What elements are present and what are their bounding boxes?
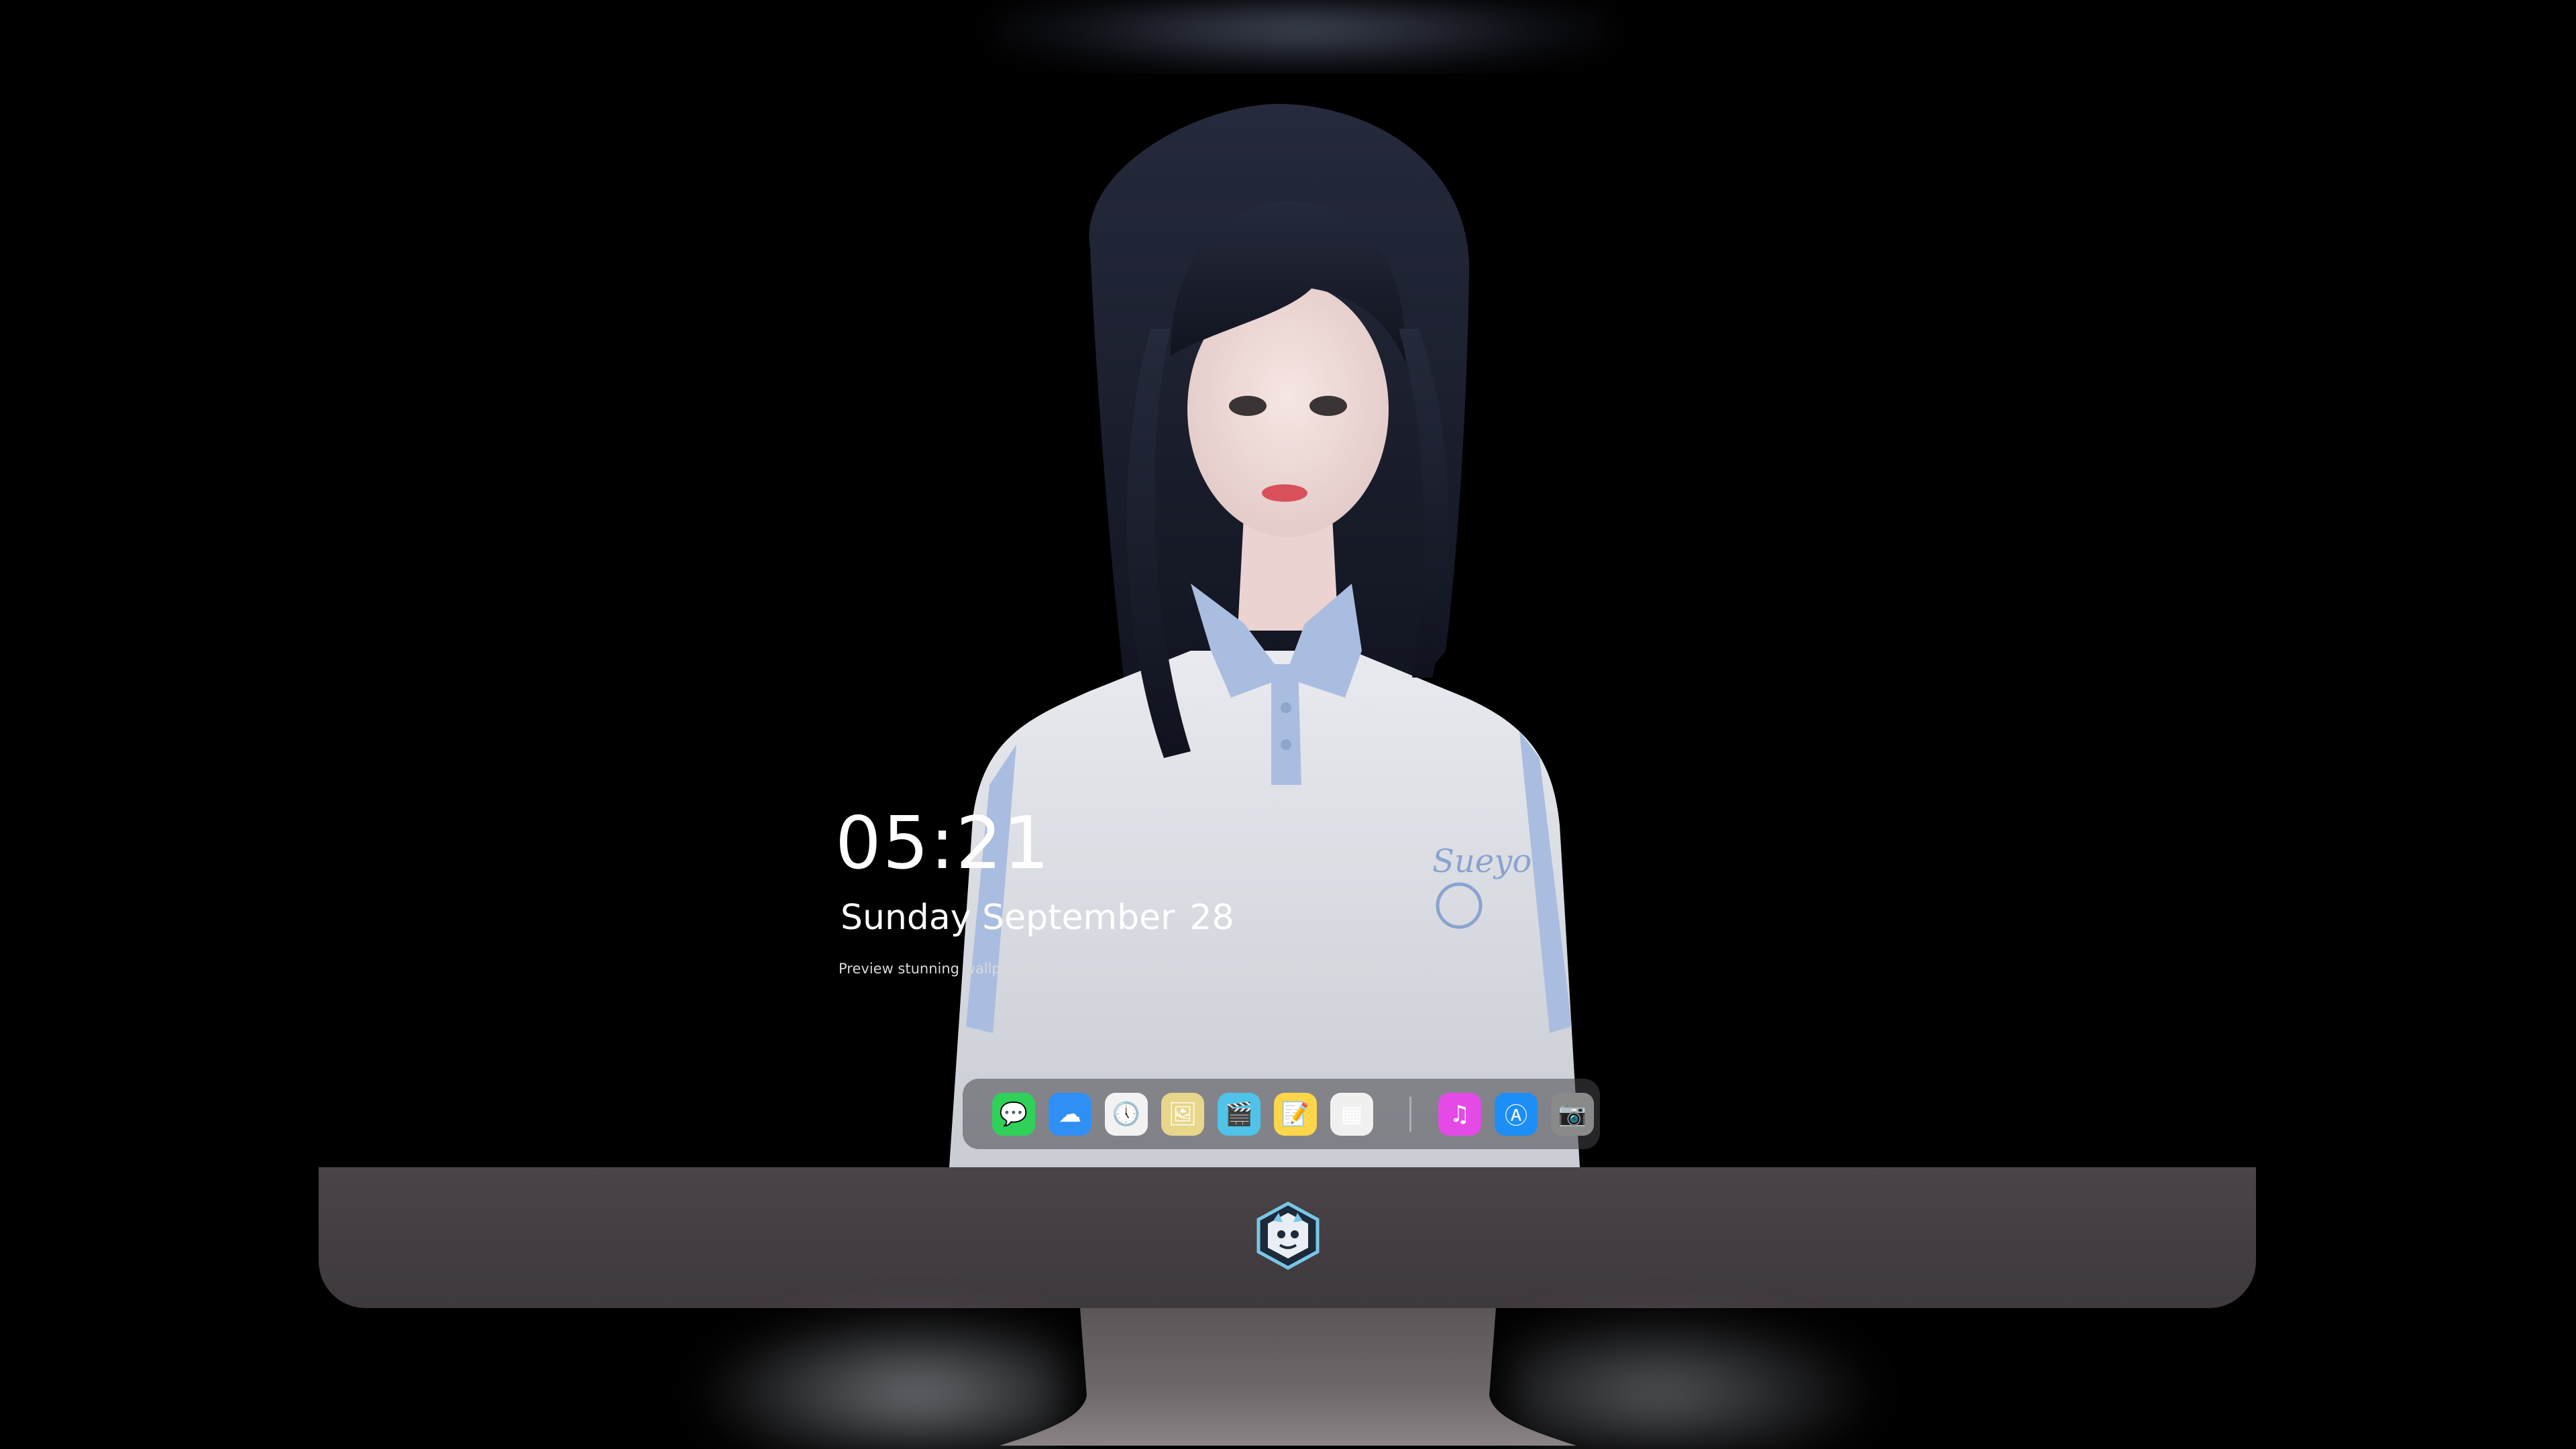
dock-separator (1409, 1096, 1411, 1132)
app-store-icon[interactable]: Ⓐ (1495, 1092, 1538, 1136)
wallpaper-figure: Sueyo (949, 103, 1580, 1167)
camera-icon[interactable]: 📷 (1551, 1092, 1594, 1136)
monitor-screen: Sueyo 05:21 Sunday September 28 Preview s… (319, 74, 2256, 1167)
wallpaper-caption: Preview stunning wallpapers. Elevate you… (839, 961, 1382, 977)
shirt-logo-text: Sueyo (1432, 843, 1532, 880)
photos-icon[interactable]: ▦ (1330, 1092, 1373, 1136)
clapper-icon[interactable]: 🎬 (1218, 1092, 1260, 1136)
day-number: 28 (1189, 898, 1234, 938)
clock-date: Sunday September 28 (841, 898, 1234, 938)
preview-icon[interactable]: 🖼 (1161, 1092, 1204, 1136)
clock-time: 05:21 (835, 802, 1051, 885)
weekday-month: Sunday September (841, 898, 1175, 938)
notes-icon[interactable]: 📝 (1274, 1092, 1317, 1136)
music-icon[interactable]: ♫ (1438, 1092, 1481, 1136)
desktop-scene: Sueyo 05:21 Sunday September 28 Preview s… (0, 0, 2576, 1449)
weather-icon[interactable]: ☁ (1049, 1092, 1091, 1136)
brand-logo-icon (1256, 1201, 1320, 1270)
clock-icon[interactable]: 🕔 (1105, 1092, 1148, 1136)
top-reflection (993, 0, 1610, 74)
messages-icon[interactable]: 💬 (992, 1092, 1035, 1136)
monitor-stand (1000, 1308, 1576, 1446)
dock: 💬 ☁ 🕔 🖼 🎬 📝 ▦ ♫ Ⓐ 📷 (963, 1079, 1600, 1149)
